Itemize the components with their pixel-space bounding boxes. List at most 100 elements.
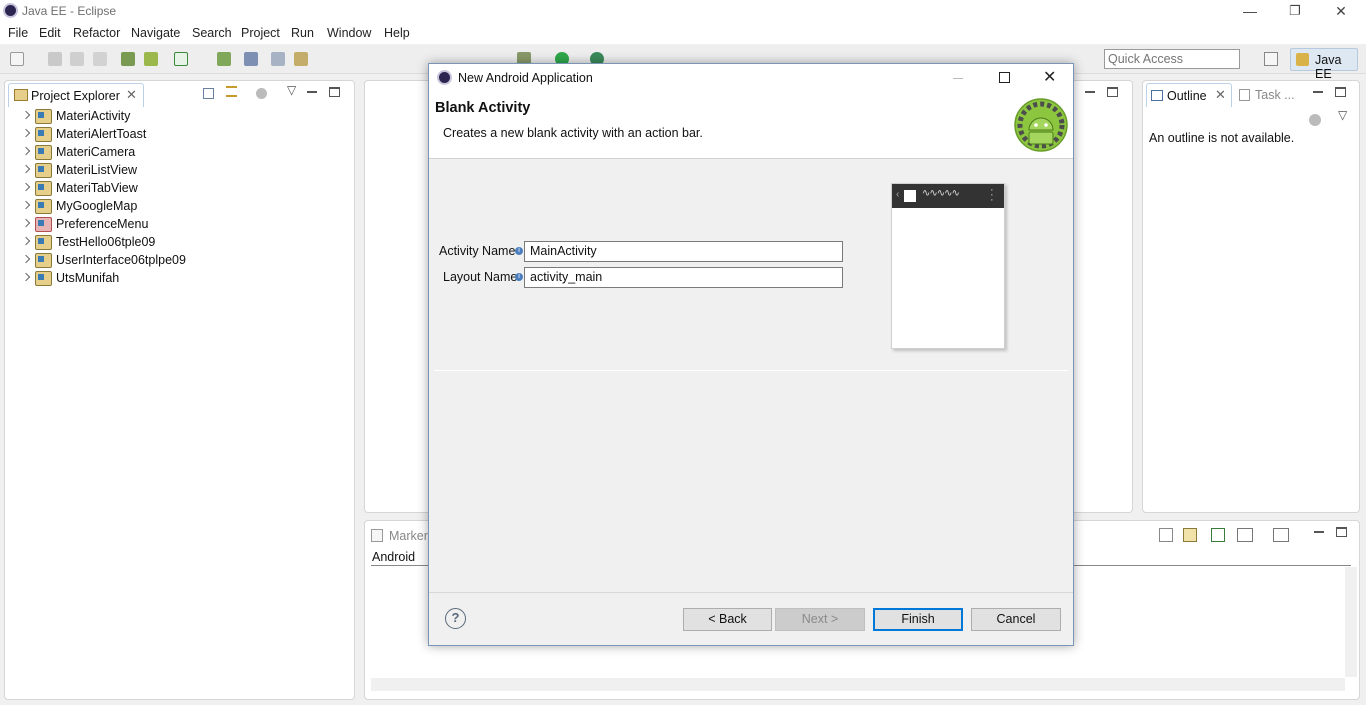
link-icon[interactable] [294,52,308,66]
app-icon-placeholder [904,190,916,202]
android-subtab[interactable]: Android [372,550,415,564]
checkbox-task-icon[interactable] [174,52,188,66]
menu-help[interactable]: Help [384,26,410,40]
back-button[interactable]: < Back [683,608,772,631]
menu-project[interactable]: Project [241,26,280,40]
list-item[interactable]: UtsMunifah [5,270,345,288]
android-sdk-icon[interactable] [144,52,158,66]
minimize-view-icon[interactable] [1313,91,1323,93]
outline-tool-icon[interactable] [271,52,285,66]
task-list-icon [1239,89,1250,101]
download-icon[interactable] [121,52,135,66]
cancel-button[interactable]: Cancel [971,608,1061,631]
dialog-maximize-button[interactable] [999,72,1010,83]
close-button[interactable]: ✕ [1318,0,1364,22]
maximize-view-icon[interactable] [1336,527,1347,537]
expand-arrow-icon[interactable] [21,182,31,192]
outline-message: An outline is not available. [1149,131,1295,145]
minimize-view-icon[interactable] [1314,531,1324,533]
android-project-icon [35,163,52,178]
layout-name-field[interactable]: activity_main [524,267,843,288]
expand-arrow-icon[interactable] [21,254,31,264]
list-item[interactable]: MateriAlertToast [5,126,345,144]
menu-refactor[interactable]: Refactor [73,26,120,40]
scroll-lock-icon[interactable] [1183,528,1197,542]
dialog-minimize-button [953,78,963,79]
lint-icon[interactable] [217,52,231,66]
quick-access-input[interactable] [1104,49,1240,69]
tab-project-explorer[interactable]: Project Explorer ✕ [8,83,144,107]
open-console-icon[interactable] [1273,528,1289,542]
save-all-icon[interactable] [70,52,84,66]
android-project-error-icon [35,217,52,232]
list-item[interactable]: MyGoogleMap [5,198,345,216]
collapse-all-icon[interactable] [203,88,214,99]
menu-bar: File Edit Refactor Navigate Search Proje… [0,22,1366,44]
menu-run[interactable]: Run [291,26,314,40]
maximize-view-icon[interactable] [1107,87,1118,97]
help-button[interactable]: ? [445,608,466,629]
print-icon[interactable] [93,52,107,66]
list-item[interactable]: MateriTabView [5,180,345,198]
menu-search[interactable]: Search [192,26,232,40]
project-explorer-panel: Project Explorer ✕ ▽ MateriActivity Mate… [4,80,355,700]
horizontal-scrollbar[interactable] [371,678,1345,691]
dialog-close-button[interactable]: ✕ [1043,67,1056,87]
list-item[interactable]: PreferenceMenu [5,216,345,234]
menu-navigate[interactable]: Navigate [131,26,180,40]
expand-arrow-icon[interactable] [21,110,31,120]
list-item[interactable]: MateriActivity [5,108,345,126]
close-tab-icon[interactable]: ✕ [1215,87,1226,103]
new-icon[interactable] [10,52,24,66]
minimize-button[interactable]: — [1227,0,1273,22]
list-item[interactable]: MateriCamera [5,144,345,162]
expand-arrow-icon[interactable] [21,128,31,138]
tab-outline[interactable]: Outline ✕ [1146,83,1232,107]
outline-icon [1151,90,1163,101]
link-editor-icon[interactable] [226,86,237,97]
expand-arrow-icon[interactable] [21,272,31,282]
finish-button[interactable]: Finish [873,608,963,631]
filter-icon[interactable] [256,88,267,99]
close-tab-icon[interactable]: ✕ [126,87,137,103]
filter-icon[interactable] [1309,114,1321,126]
info-icon: i [515,247,523,255]
expand-arrow-icon[interactable] [21,200,31,210]
android-project-icon [35,199,52,214]
menu-edit[interactable]: Edit [39,26,61,40]
dialog-header: Blank Activity Creates a new blank activ… [429,93,1073,159]
expand-arrow-icon[interactable] [21,164,31,174]
save-icon[interactable] [48,52,62,66]
android-project-icon [35,109,52,124]
page-title: Blank Activity [435,100,531,116]
view-menu-icon[interactable]: ▽ [1338,108,1347,122]
pin-icon[interactable] [1211,528,1225,542]
minimize-view-icon[interactable] [307,91,317,93]
android-project-icon [35,181,52,196]
clear-icon[interactable] [1159,528,1173,542]
expand-arrow-icon[interactable] [21,218,31,228]
open-perspective-icon[interactable] [1264,52,1278,66]
overflow-menu-icon: · · · [990,184,994,206]
info-icon: i [515,273,523,281]
divider [429,592,1073,593]
list-item[interactable]: MateriListView [5,162,345,180]
expand-arrow-icon[interactable] [21,146,31,156]
java-ee-perspective-button[interactable]: Java EE [1290,48,1358,81]
tab-task-list[interactable]: Task ... [1235,83,1305,107]
menu-window[interactable]: Window [327,26,371,40]
minimize-view-icon[interactable] [1085,91,1095,93]
maximize-view-icon[interactable] [1335,87,1346,97]
view-menu-icon[interactable]: ▽ [287,83,296,97]
list-item[interactable]: TestHello06tple09 [5,234,345,252]
list-item[interactable]: UserInterface06tplpe09 [5,252,345,270]
activity-name-field[interactable]: MainActivity [524,241,843,262]
search-tool-icon[interactable] [244,52,258,66]
restore-button[interactable]: ❐ [1272,0,1318,22]
maximize-view-icon[interactable] [329,87,340,97]
display-console-icon[interactable] [1237,528,1253,542]
menu-file[interactable]: File [8,26,28,40]
next-button[interactable]: Next > [775,608,865,631]
expand-arrow-icon[interactable] [21,236,31,246]
vertical-scrollbar[interactable] [1345,567,1357,677]
